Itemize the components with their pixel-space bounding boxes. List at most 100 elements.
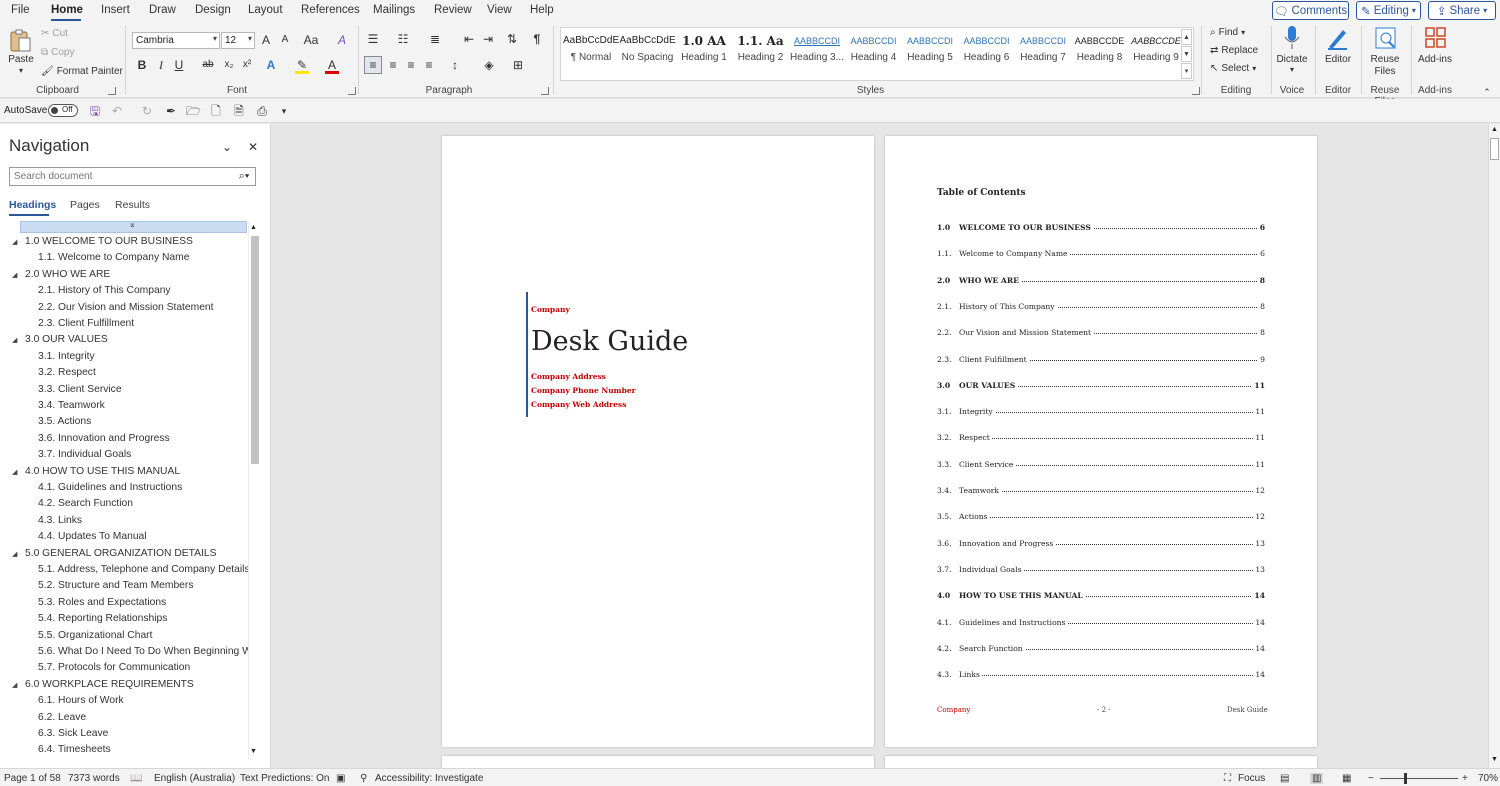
tab-layout[interactable]: Layout [248,4,283,16]
zoom-slider[interactable] [1380,773,1458,784]
superscript-button[interactable]: x² [240,57,254,73]
chevron-down-icon[interactable]: ▾ [1272,65,1312,74]
text-predictions[interactable]: Text Predictions: On [240,773,329,784]
toc-entry[interactable]: 3.5. Actions 12 [937,512,1265,526]
proofing-icon[interactable]: 📖 [130,773,142,784]
style-item[interactable]: AABBCCDE Heading 9 [1128,32,1184,68]
toc-entry[interactable]: 3.4. Teamwork 12 [937,486,1265,500]
tab-file[interactable]: File [11,4,30,16]
toc-entry[interactable]: 4.1. Guidelines and Instructions 14 [937,617,1265,632]
document-scroll-thumb[interactable] [1490,138,1499,160]
paste-button[interactable] [8,28,32,52]
align-right-icon[interactable]: ≡ [404,57,418,73]
toc-entry[interactable]: 2.2. Our Vision and Mission Statement 8 [937,328,1265,342]
toc-entry[interactable]: 3.3. Client Service 11 [937,459,1265,474]
comments-button[interactable]: 🗨 Comments [1272,1,1349,20]
show-marks-icon[interactable]: ¶ [530,31,544,47]
tab-view[interactable]: View [487,4,512,16]
tab-home[interactable]: Home [51,4,83,16]
focus-button[interactable]: Focus [1238,773,1265,784]
bullets-icon[interactable]: ☰ [366,31,380,47]
macro-icon[interactable]: ▣ [336,773,345,784]
scroll-down-icon[interactable]: ▼ [1491,756,1498,763]
shrink-font-icon[interactable]: A [278,32,292,48]
sort-icon[interactable]: ⇅ [505,31,519,47]
tab-references[interactable]: References [301,4,360,16]
nav-scroll-thumb[interactable] [251,236,259,464]
chevron-down-icon[interactable]: ▾ [8,66,34,75]
underline-button[interactable]: U [172,57,186,73]
read-mode-icon[interactable]: ▤ [1280,773,1289,784]
accessibility-status[interactable]: Accessibility: Investigate [375,773,483,784]
web-layout-icon[interactable]: ▦ [1342,773,1351,784]
style-item[interactable]: AABBCCDI Heading 3... [789,32,845,68]
zoom-in-icon[interactable]: + [1462,773,1468,784]
page-count[interactable]: Page 1 of 58 [4,773,61,784]
expand-triangle-icon[interactable]: ◢ [12,468,17,476]
change-case-icon[interactable]: Aa [300,32,322,48]
document-scrollbar[interactable]: ▲ ▼ [1488,124,1500,768]
paragraph-launcher-icon[interactable] [541,87,549,95]
tab-pages[interactable]: Pages [70,199,100,211]
share-button[interactable]: ⇪ Share ▾ [1428,1,1496,20]
style-item[interactable]: 1.0 AA Heading 1 [676,32,732,68]
toc-entry[interactable]: 3.6. Innovation and Progress 13 [937,538,1265,553]
style-item[interactable]: AABBCCDI Heading 5 [902,32,958,68]
customize-toolbar-icon[interactable]: ▾ [278,103,290,119]
style-item[interactable]: AaBbCcDdE No Spacing [620,32,676,68]
print-layout-icon[interactable]: ▥ [1310,773,1324,784]
dictate-button[interactable] [1283,25,1301,51]
tab-insert[interactable]: Insert [101,4,130,16]
bold-button[interactable]: B [135,57,149,73]
align-center-icon[interactable]: ≡ [386,57,400,73]
borders-icon[interactable]: ⊞ [511,57,525,73]
nav-scrollbar[interactable]: ▲ ▼ [248,222,260,760]
open-folder-icon[interactable]: 🗁 [186,103,201,119]
tab-results[interactable]: Results [115,199,150,211]
style-item[interactable]: AABBCCDI Heading 6 [959,32,1015,68]
undo-icon[interactable]: ↶ [110,103,124,119]
cover-page[interactable]: Company Desk Guide Company Address Compa… [442,136,874,747]
gallery-expand-icon[interactable]: ▾ [1181,63,1192,79]
zoom-out-icon[interactable]: − [1368,773,1374,784]
decrease-indent-icon[interactable]: ⇤ [462,31,476,47]
numbering-icon[interactable]: ☷ [396,31,410,47]
close-icon[interactable]: ✕ [246,139,260,155]
grow-font-icon[interactable]: A [259,32,273,48]
font-size-combo[interactable]: 12 ▾ [221,32,255,49]
align-left-icon[interactable]: ≡ [364,56,382,74]
toc-entry[interactable]: 3.7. Individual Goals 13 [937,564,1265,579]
tab-help[interactable]: Help [530,4,554,16]
highlight-color-button[interactable]: ✎ [294,57,310,74]
style-item[interactable]: AaBbCcDdE ¶ Normal [563,32,619,68]
toc-entry[interactable]: 4.0 HOW TO USE THIS MANUAL 14 [937,591,1265,605]
select-button[interactable]: ↖ Select ▾ [1210,63,1256,74]
reuse-files-button[interactable] [1373,25,1399,51]
zoom-level[interactable]: 70% [1478,773,1498,784]
italic-button[interactable]: I [154,57,168,73]
style-item[interactable]: 1.1. Aa Heading 2 [733,32,789,68]
text-effects-button[interactable]: A [264,57,278,73]
multilevel-list-icon[interactable]: ≣ [428,31,442,47]
toc-entry[interactable]: 2.0 WHO WE ARE 8 [937,275,1265,290]
gallery-scroll-up-icon[interactable]: ▲ [1181,29,1192,45]
justify-icon[interactable]: ≡ [422,57,436,73]
expand-triangle-icon[interactable]: ◢ [12,336,17,344]
copy-button[interactable]: ⧉ Copy [41,47,75,58]
tab-headings[interactable]: Headings [9,199,56,211]
draw-pen-icon[interactable]: ✒ [164,103,178,119]
font-name-combo[interactable]: Cambria ▾ [132,32,220,49]
toc-entry[interactable]: 2.1. History of This Company 8 [937,301,1265,316]
font-color-button[interactable]: A [324,57,340,74]
shading-icon[interactable]: ◈ [482,57,496,73]
collapse-ribbon-icon[interactable]: ⌃ [1480,84,1494,100]
toc-page[interactable]: Table of Contents Company - 2 - Desk Gui… [885,136,1317,747]
toc-entry[interactable]: 3.1. Integrity 11 [937,407,1265,421]
find-button[interactable]: ⌕ Find ▾ [1210,27,1245,38]
search-input[interactable] [9,167,256,186]
print-preview-icon[interactable]: 🗎 [232,103,246,119]
save-icon[interactable]: 🖫 [88,103,102,119]
toc-entry[interactable]: 3.0 OUR VALUES 11 [937,380,1265,395]
nav-options-chevron-icon[interactable]: ⌄ [220,139,234,155]
toc-entry[interactable]: 2.3. Client Fulfillment 9 [937,354,1265,369]
